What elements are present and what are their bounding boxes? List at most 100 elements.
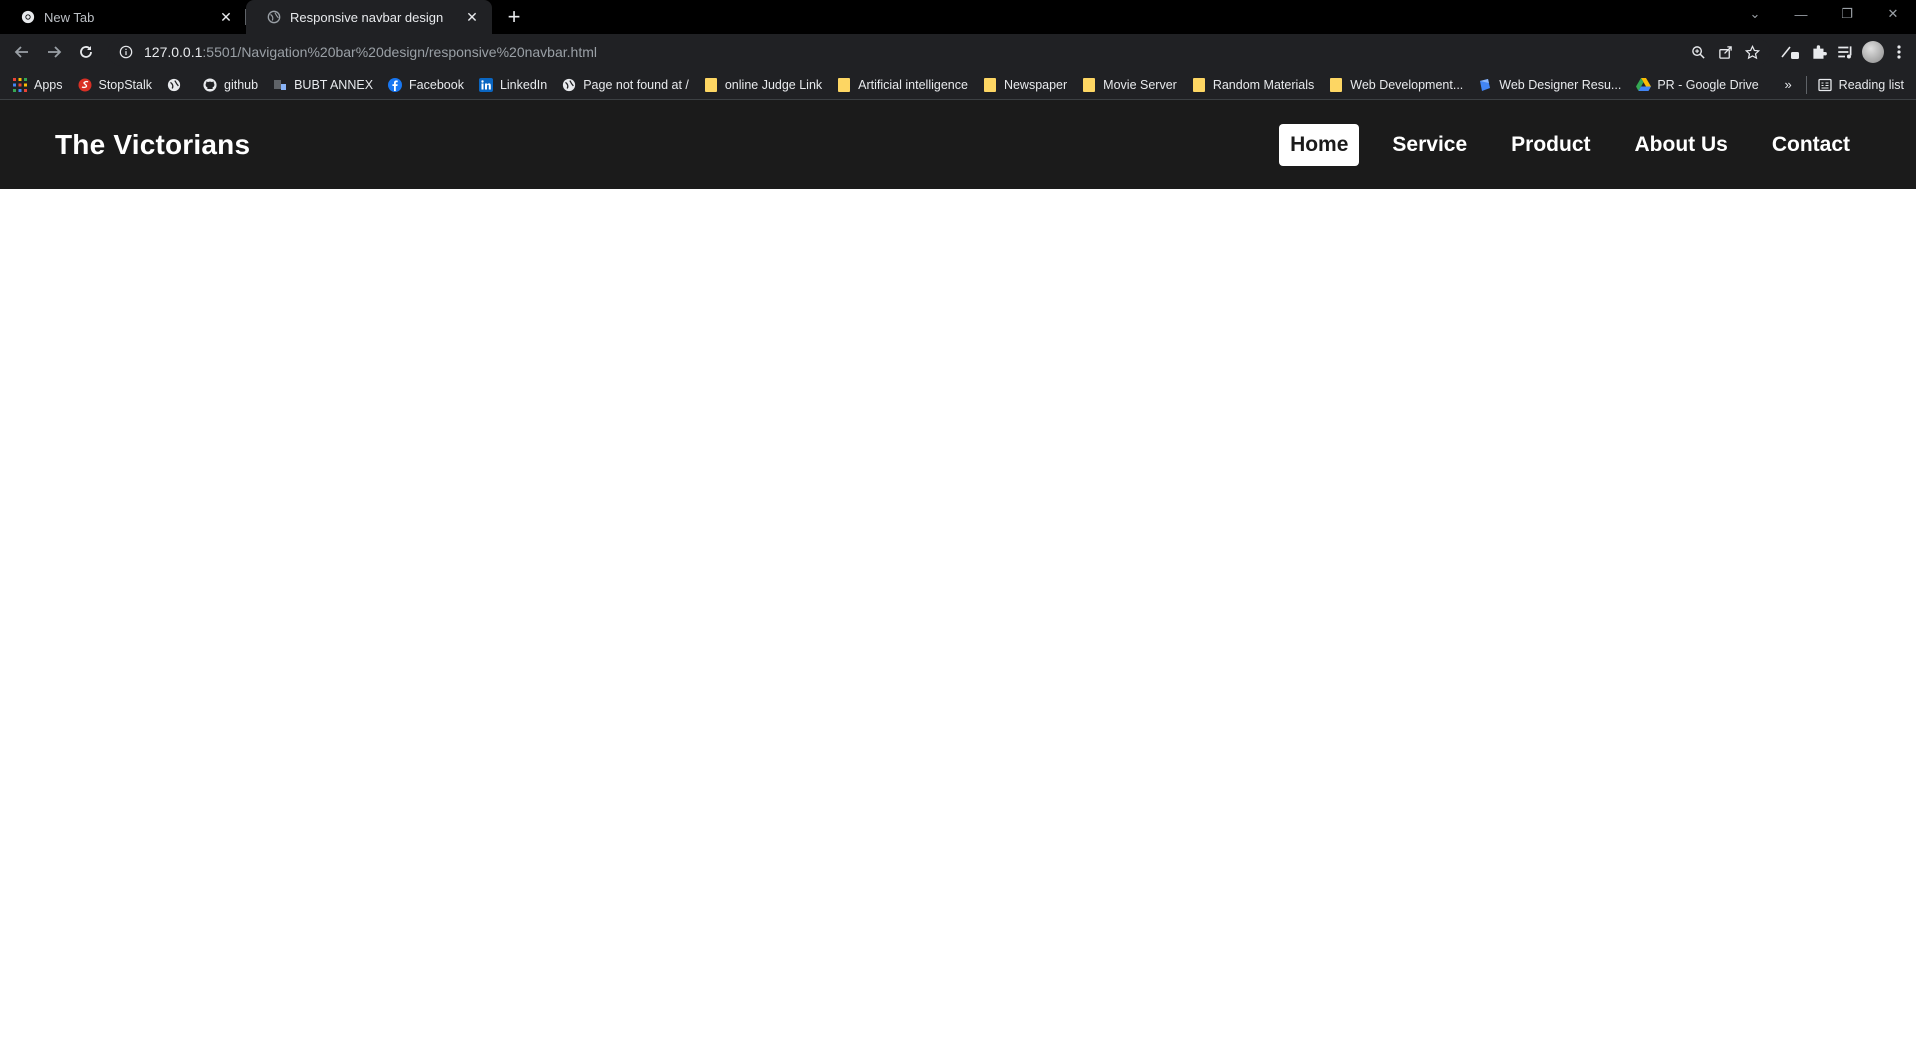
globe-icon [266, 9, 282, 25]
puzzle-icon[interactable] [1810, 43, 1828, 61]
tab-responsive-navbar[interactable]: Responsive navbar design ✕ [246, 0, 492, 34]
nav-item-service[interactable]: Service [1381, 124, 1478, 166]
bookmark-stopstalk[interactable]: StopStalk [77, 77, 153, 93]
share-icon[interactable] [1718, 45, 1733, 60]
new-tab-button[interactable]: + [500, 3, 528, 31]
folder-icon [1191, 77, 1207, 93]
restore-icon[interactable]: ❐ [1824, 6, 1870, 22]
nav-item-product[interactable]: Product [1500, 124, 1601, 166]
close-icon[interactable]: ✕ [218, 9, 234, 25]
arrow-right-icon [48, 46, 62, 58]
bookmark-label: Page not found at / [583, 77, 689, 92]
extension-icon[interactable] [1780, 43, 1802, 61]
forward-button[interactable] [38, 36, 70, 68]
webdesigner-icon [1477, 77, 1493, 93]
bookmark-label: github [224, 77, 259, 92]
tab-search-icon[interactable]: ⌄ [1732, 6, 1778, 22]
info-icon[interactable] [118, 44, 134, 60]
zoom-icon[interactable] [1691, 45, 1706, 60]
toolbar-right [1780, 41, 1910, 63]
google-drive-icon [1635, 77, 1651, 93]
reload-button[interactable] [70, 36, 102, 68]
bookmark-label: Web Designer Resu... [1499, 77, 1622, 92]
bookmark-label: Movie Server [1103, 77, 1177, 92]
reload-icon [80, 46, 92, 58]
bookmark-folder-online-judge[interactable]: online Judge Link [703, 77, 822, 93]
folder-icon [1081, 77, 1097, 93]
bookmark-label: StopStalk [98, 77, 153, 92]
minimize-icon[interactable]: — [1778, 7, 1824, 22]
site-logo[interactable]: The Victorians [55, 129, 250, 161]
bookmark-folder-newspaper[interactable]: Newspaper [982, 77, 1067, 93]
bookmark-apps[interactable]: Apps [12, 77, 63, 93]
address-bar[interactable]: 127.0.0.1:5501/Navigation%20bar%20design… [108, 38, 1770, 66]
media-queue-icon[interactable] [1836, 43, 1854, 61]
back-button[interactable] [6, 36, 38, 68]
nav-menu: Home Service Product About Us Contact [1279, 123, 1861, 166]
bookmark-label: LinkedIn [499, 77, 548, 92]
linkedin-icon [478, 77, 494, 93]
folder-icon [836, 77, 852, 93]
reading-list-button[interactable]: Reading list [1817, 77, 1904, 93]
omnibox-actions [1691, 44, 1760, 60]
bookmark-label: Artificial intelligence [858, 77, 968, 92]
url-path: :5501/Navigation%20bar%20design/responsi… [202, 44, 597, 60]
bookmark-bubt-annex[interactable]: BUBT ANNEX [272, 77, 373, 93]
divider [1805, 75, 1807, 94]
page-body [0, 189, 1916, 1038]
bookmark-linkedin[interactable]: LinkedIn [478, 77, 547, 93]
nav-item-home[interactable]: Home [1279, 123, 1360, 166]
bookmark-folder-random-materials[interactable]: Random Materials [1191, 77, 1314, 93]
bookmark-web-designer-resume[interactable]: Web Designer Resu... [1477, 77, 1621, 93]
reading-list-icon [1817, 77, 1833, 93]
bookmarks-overflow: » Reading list [1784, 75, 1904, 94]
bookmark-label: Newspaper [1003, 77, 1068, 92]
nav-item-contact[interactable]: Contact [1761, 124, 1861, 166]
bookmark-label: PR - Google Drive [1657, 77, 1759, 92]
folder-icon [982, 77, 998, 93]
bookmark-folder-web-development[interactable]: Web Development... [1328, 77, 1463, 93]
nav-item-about-us[interactable]: About Us [1624, 124, 1739, 166]
tab-new-tab[interactable]: New Tab ✕ [0, 0, 246, 34]
window-close-icon[interactable]: ✕ [1870, 6, 1916, 22]
bookmarks-bar: Apps StopStalk github BUBT ANNEX Faceboo… [0, 70, 1916, 100]
bookmark-facebook[interactable]: Facebook [387, 77, 464, 93]
arrow-left-icon [14, 46, 28, 58]
bookmark-label: BUBT ANNEX [294, 77, 374, 92]
bookmark-label: Facebook [409, 77, 464, 92]
bookmark-label: Reading list [1838, 77, 1904, 92]
bookmark-label: Apps [34, 77, 63, 92]
url-host: 127.0.0.1 [144, 44, 203, 60]
bookmark-label: Web Development... [1350, 77, 1464, 92]
menu-dots-icon[interactable] [1892, 43, 1906, 61]
bookmark-label: online Judge Link [724, 77, 823, 92]
bookmark-folder-ai[interactable]: Artificial intelligence [836, 77, 968, 93]
tab-title: Responsive navbar design [290, 9, 444, 25]
tab-strip: New Tab ✕ Responsive navbar design ✕ + ⌄… [0, 0, 1916, 34]
globe-icon [561, 77, 577, 93]
bookmark-globe[interactable] [166, 77, 188, 93]
window-controls: ⌄ — ❐ ✕ [1732, 0, 1916, 28]
bookmark-label: Random Materials [1212, 77, 1315, 92]
folder-icon [1328, 77, 1344, 93]
folder-icon [703, 77, 719, 93]
bookmark-google-drive[interactable]: PR - Google Drive [1635, 77, 1759, 93]
browser-toolbar: 127.0.0.1:5501/Navigation%20bar%20design… [0, 34, 1916, 70]
bookmark-folder-movie-server[interactable]: Movie Server [1081, 77, 1177, 93]
facebook-icon [387, 77, 403, 93]
github-icon [202, 77, 218, 93]
stopstalk-icon [77, 77, 93, 93]
profile-avatar[interactable] [1862, 41, 1884, 63]
star-icon[interactable] [1745, 44, 1760, 60]
bubt-icon [272, 77, 288, 93]
chrome-icon [20, 9, 36, 25]
tab-title: New Tab [44, 9, 95, 25]
apps-grid-icon [12, 77, 28, 93]
bookmark-github[interactable]: github [202, 77, 258, 93]
bookmark-page-not-found[interactable]: Page not found at / [561, 77, 689, 93]
globe-icon [166, 77, 182, 93]
browser-chrome: New Tab ✕ Responsive navbar design ✕ + ⌄… [0, 0, 1916, 100]
site-navbar: The Victorians Home Service Product Abou… [0, 100, 1916, 189]
more-bookmarks-button[interactable]: » [1784, 77, 1791, 92]
close-icon[interactable]: ✕ [464, 9, 480, 25]
